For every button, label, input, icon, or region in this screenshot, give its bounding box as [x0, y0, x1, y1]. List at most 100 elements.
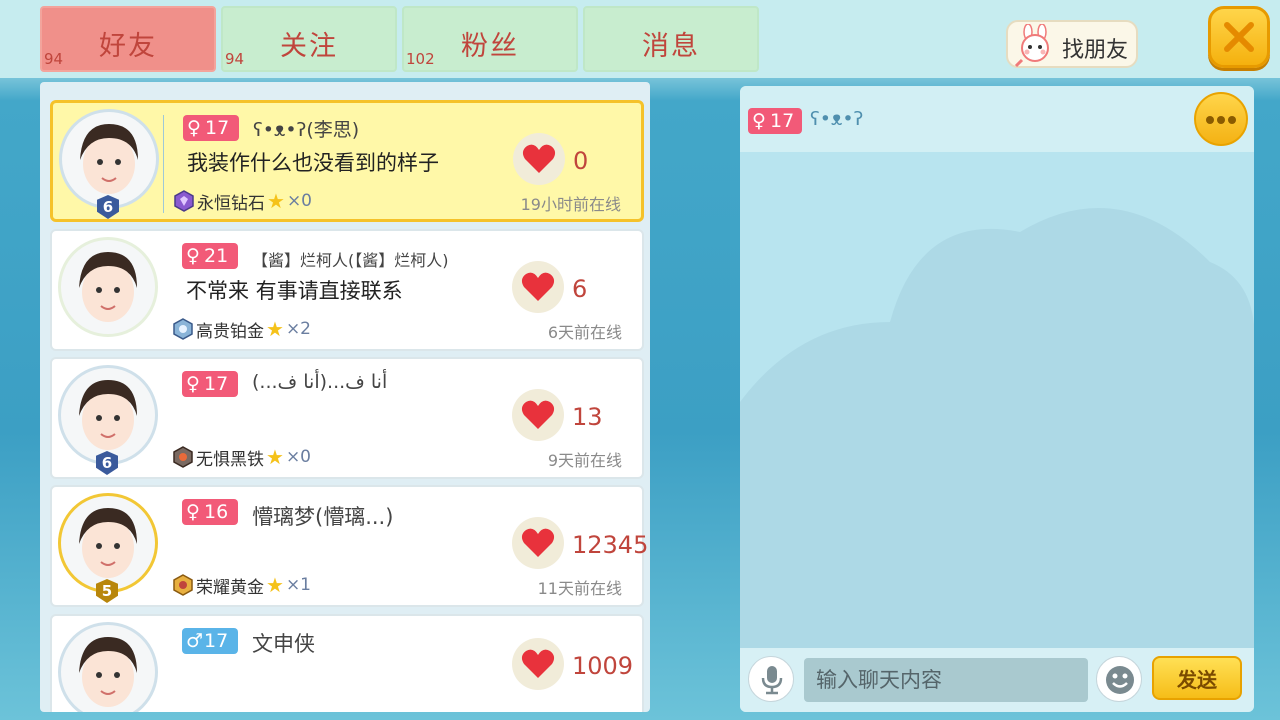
last-online: 6天前在线	[547, 323, 622, 342]
close-button[interactable]	[1208, 6, 1270, 68]
voice-button[interactable]	[748, 656, 794, 702]
rank: 高贵铂金 ★ ×2	[172, 317, 311, 342]
chat-input-bar: 发送	[740, 648, 1254, 712]
tab-count: 102	[406, 50, 435, 68]
friend-row[interactable]: ♀ 21 【酱】烂柯人(【酱】烂柯人) 不常来 有事请直接联系 高贵铂金 ★ ×2…	[50, 229, 644, 351]
chat-header: ♀ 17 ʕ•ᴥ•ʔ	[740, 86, 1254, 152]
star-icon: ★	[266, 445, 284, 469]
star-count: ×0	[285, 447, 311, 467]
platinum-rank-icon	[173, 318, 193, 340]
nickname: أنا ف...(أنا ف...)	[252, 371, 388, 393]
like-count: 1009	[572, 652, 634, 680]
star-icon: ★	[266, 573, 284, 597]
chat-input[interactable]	[804, 658, 1088, 702]
divider	[163, 115, 164, 213]
star-count: ×2	[285, 319, 311, 339]
like-button[interactable]	[512, 389, 564, 441]
signature: 我装作什么也没看到的样子	[187, 151, 439, 175]
star-icon: ★	[267, 189, 285, 213]
age: 21	[204, 245, 229, 267]
signature: 不常来 有事请直接联系	[186, 279, 403, 303]
rank-name: 永恒钻石	[197, 193, 265, 214]
age: 17	[204, 630, 229, 652]
heart-icon	[521, 400, 555, 429]
tab-friends[interactable]: 好友 94	[40, 6, 216, 72]
more-dot	[1217, 116, 1225, 124]
friend-row[interactable]: 6 ♀ 17 ʕ•ᴥ•ʔ(李思) 我装作什么也没看到的样子 永恒钻石 ★ ×0 1…	[50, 100, 644, 222]
friend-row[interactable]: 6 ♀ 17 أنا ف...(أنا ف...) 无惧黑铁 ★ ×0 9天前在线…	[50, 357, 644, 479]
female-icon: ♀	[186, 245, 200, 267]
avatar	[59, 109, 159, 209]
avatar	[58, 493, 158, 593]
gender-age-badge: ♀ 16	[182, 499, 238, 525]
gender-age-badge: ♀ 21	[182, 243, 238, 269]
gender-age-badge: ♀ 17	[748, 108, 802, 134]
tab-following[interactable]: 关注 94	[221, 6, 397, 72]
nickname: 懵璃梦(懵璃...)	[252, 505, 394, 529]
female-icon: ♀	[186, 373, 200, 395]
chat-messages[interactable]	[740, 152, 1254, 648]
age: 17	[205, 117, 230, 139]
level-badge: 5	[96, 579, 118, 603]
cloud-background-icon	[740, 208, 1254, 648]
more-dot	[1228, 116, 1236, 124]
tab-label: 消息	[642, 31, 700, 62]
more-button[interactable]	[1194, 92, 1248, 146]
heart-icon	[521, 649, 555, 678]
age: 17	[770, 110, 795, 132]
find-friend-label: 找朋友	[1062, 38, 1129, 63]
nickname: 文申侠	[252, 632, 315, 656]
chat-nickname: ʕ•ᴥ•ʔ	[810, 108, 864, 130]
level-badge: 6	[96, 451, 118, 475]
rank-name: 无惧黑铁	[196, 449, 264, 470]
female-icon: ♀	[752, 110, 766, 132]
level-badge: 6	[97, 195, 119, 219]
star-count: ×0	[286, 191, 312, 211]
tab-messages[interactable]: 消息	[583, 6, 759, 72]
friend-row[interactable]: ♂17 文申侠 1009	[50, 614, 644, 712]
iron-rank-icon	[173, 446, 193, 468]
smiley-icon	[1106, 666, 1134, 694]
tab-count: 94	[44, 50, 64, 68]
like-count: 0	[573, 147, 589, 175]
last-online: 9天前在线	[547, 451, 622, 470]
tab-fans[interactable]: 粉丝 102	[402, 6, 578, 72]
last-online: 19小时前在线	[520, 195, 621, 214]
age: 16	[204, 501, 229, 523]
male-icon: ♂	[186, 630, 204, 652]
last-online: 11天前在线	[537, 579, 622, 598]
avatar	[58, 622, 158, 712]
female-icon: ♀	[186, 501, 200, 523]
diamond-rank-icon	[174, 190, 194, 212]
friend-row[interactable]: 5 ♀16 懵璃梦(懵璃...) 荣耀黄金 ★ ×1 11天前在线 123456	[50, 485, 650, 607]
gender-age-badge: ♀ 17	[182, 371, 238, 397]
like-button[interactable]	[513, 133, 565, 185]
like-count: 13	[572, 403, 603, 431]
like-button[interactable]	[512, 638, 564, 690]
tab-label: 好友	[99, 31, 157, 62]
gold-rank-icon	[173, 574, 193, 596]
nickname: 【酱】烂柯人(【酱】烂柯人)	[252, 251, 449, 270]
more-dot	[1206, 116, 1214, 124]
rank: 永恒钻石 ★ ×0	[173, 189, 312, 214]
rank-name: 高贵铂金	[196, 321, 264, 342]
top-bar: 好友 94 关注 94 粉丝 102 消息 找朋友	[0, 0, 1280, 78]
rank-name: 荣耀黄金	[196, 577, 264, 598]
friend-list[interactable]: 6 ♀ 17 ʕ•ᴥ•ʔ(李思) 我装作什么也没看到的样子 永恒钻石 ★ ×0 1…	[40, 82, 650, 712]
tab-count: 94	[225, 50, 245, 68]
emoji-button[interactable]	[1096, 656, 1142, 702]
find-friend-button[interactable]: 找朋友	[1006, 20, 1138, 68]
female-icon: ♀	[187, 117, 201, 139]
age: 17	[204, 373, 229, 395]
like-button[interactable]	[512, 261, 564, 313]
star-count: ×1	[285, 575, 311, 595]
star-icon: ★	[266, 317, 284, 341]
rank: 无惧黑铁 ★ ×0	[172, 445, 311, 470]
like-button[interactable]	[512, 517, 564, 569]
nickname: ʕ•ᴥ•ʔ(李思)	[253, 119, 360, 141]
chat-panel: ♀ 17 ʕ•ᴥ•ʔ 输入聊天内容 发送	[740, 86, 1254, 712]
send-button[interactable]: 发送	[1152, 656, 1242, 700]
avatar	[58, 237, 158, 337]
gender-age-badge: ♂17	[182, 628, 238, 654]
microphone-icon	[761, 666, 783, 695]
